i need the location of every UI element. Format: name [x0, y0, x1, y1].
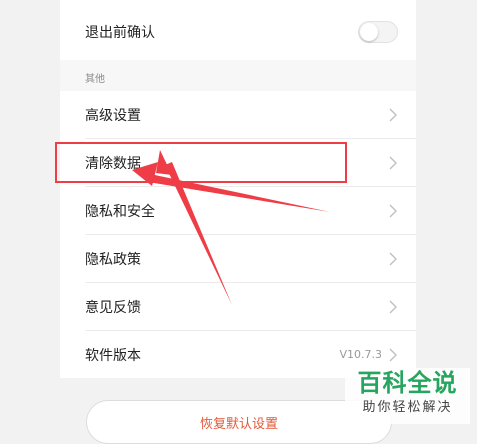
watermark-logo: 百科全说 助你轻松解决 [345, 368, 470, 424]
annotation-arrows [132, 150, 330, 305]
watermark-title: 百科全说 [357, 369, 458, 397]
annotation-arrow-icon [156, 150, 232, 305]
watermark-subtitle: 助你轻松解决 [362, 400, 453, 415]
